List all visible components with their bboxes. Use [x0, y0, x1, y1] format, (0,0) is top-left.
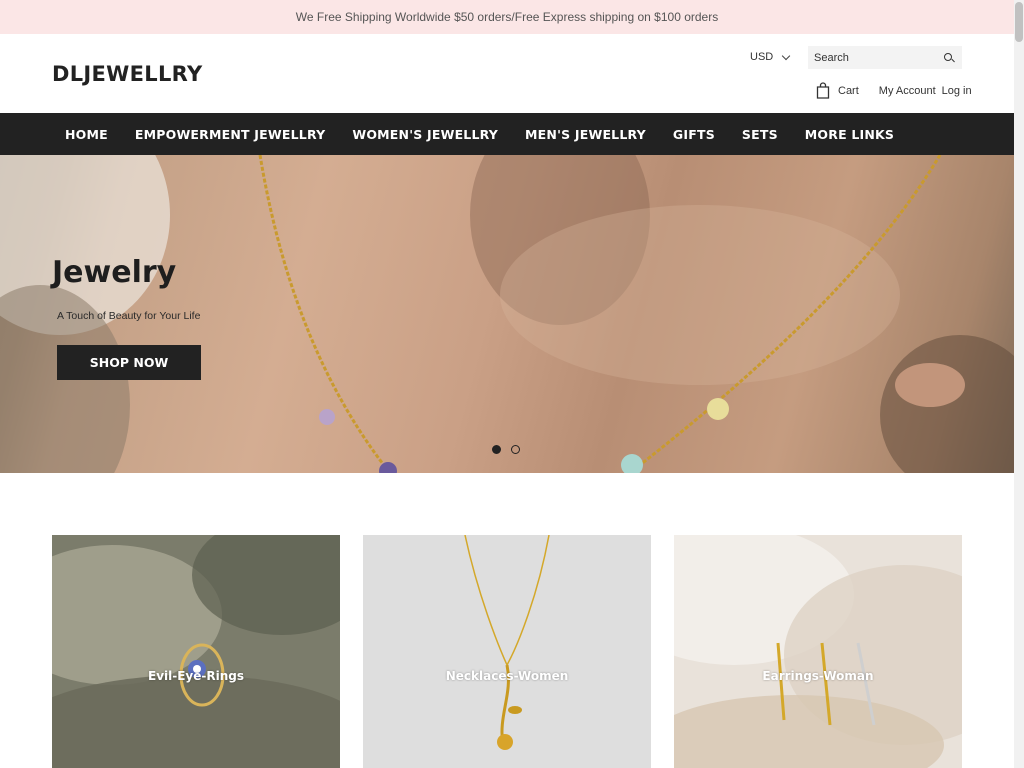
cart-link[interactable]: Cart — [838, 85, 859, 97]
hero-banner: Jewelry A Touch of Beauty for Your Life … — [0, 155, 1014, 473]
collection-label: Evil-Eye-Rings — [148, 669, 244, 683]
cart-icon[interactable] — [816, 82, 830, 99]
site-header: DLJEWELLRY USD Cart My Account Log in — [0, 34, 1014, 113]
collection-label: Necklaces-Women — [445, 669, 569, 683]
slider-dots — [492, 445, 520, 454]
earrings-image — [674, 535, 962, 768]
search-input[interactable] — [814, 51, 934, 64]
currency-value: USD — [750, 51, 774, 63]
hero-subtitle: A Touch of Beauty for Your Life — [57, 310, 201, 322]
nav-item-home[interactable]: HOME — [65, 127, 108, 142]
nav-item-mens-jewellry[interactable]: MEN'S JEWELLRY — [525, 127, 646, 142]
search-box — [808, 46, 962, 69]
evil-eye-ring-image — [52, 535, 340, 768]
slider-dot-2[interactable] — [511, 445, 520, 454]
necklace-image — [363, 535, 651, 768]
collection-card-evil-eye-rings[interactable]: Evil-Eye-Rings — [52, 535, 340, 768]
login-link[interactable]: Log in — [942, 85, 972, 97]
nav-item-empowerment-jewellry[interactable]: EMPOWERMENT JEWELLRY — [135, 127, 325, 142]
chevron-down-icon — [781, 51, 791, 60]
collection-card-necklaces-women[interactable]: Necklaces-Women — [363, 535, 651, 768]
announcement-text: We Free Shipping Worldwide $50 orders/Fr… — [295, 10, 719, 24]
collection-grid: Evil-Eye-Rings Necklaces-Women Earrings-… — [52, 535, 962, 768]
shop-now-button[interactable]: SHOP NOW — [57, 345, 201, 380]
slider-dot-1[interactable] — [492, 445, 501, 454]
nav-item-gifts[interactable]: GIFTS — [673, 127, 715, 142]
announcement-bar: We Free Shipping Worldwide $50 orders/Fr… — [0, 0, 1014, 34]
account-links: Cart My Account Log in — [816, 82, 972, 99]
collection-label: Earrings-Woman — [762, 669, 874, 683]
collection-card-earrings-woman[interactable]: Earrings-Woman — [674, 535, 962, 768]
currency-selector[interactable]: USD — [750, 51, 791, 63]
my-account-link[interactable]: My Account — [879, 85, 936, 97]
nav-item-sets[interactable]: SETS — [742, 127, 778, 142]
nav-item-more-links[interactable]: MORE LINKS — [805, 127, 894, 142]
nav-item-womens-jewellry[interactable]: WOMEN'S JEWELLRY — [352, 127, 498, 142]
main-nav: HOME EMPOWERMENT JEWELLRY WOMEN'S JEWELL… — [0, 113, 1014, 155]
scrollbar-thumb[interactable] — [1015, 2, 1023, 42]
site-logo[interactable]: DLJEWELLRY — [52, 62, 202, 86]
search-icon[interactable] — [942, 51, 956, 65]
page-scrollbar[interactable] — [1014, 0, 1024, 768]
hero-title: Jewelry — [52, 255, 177, 290]
